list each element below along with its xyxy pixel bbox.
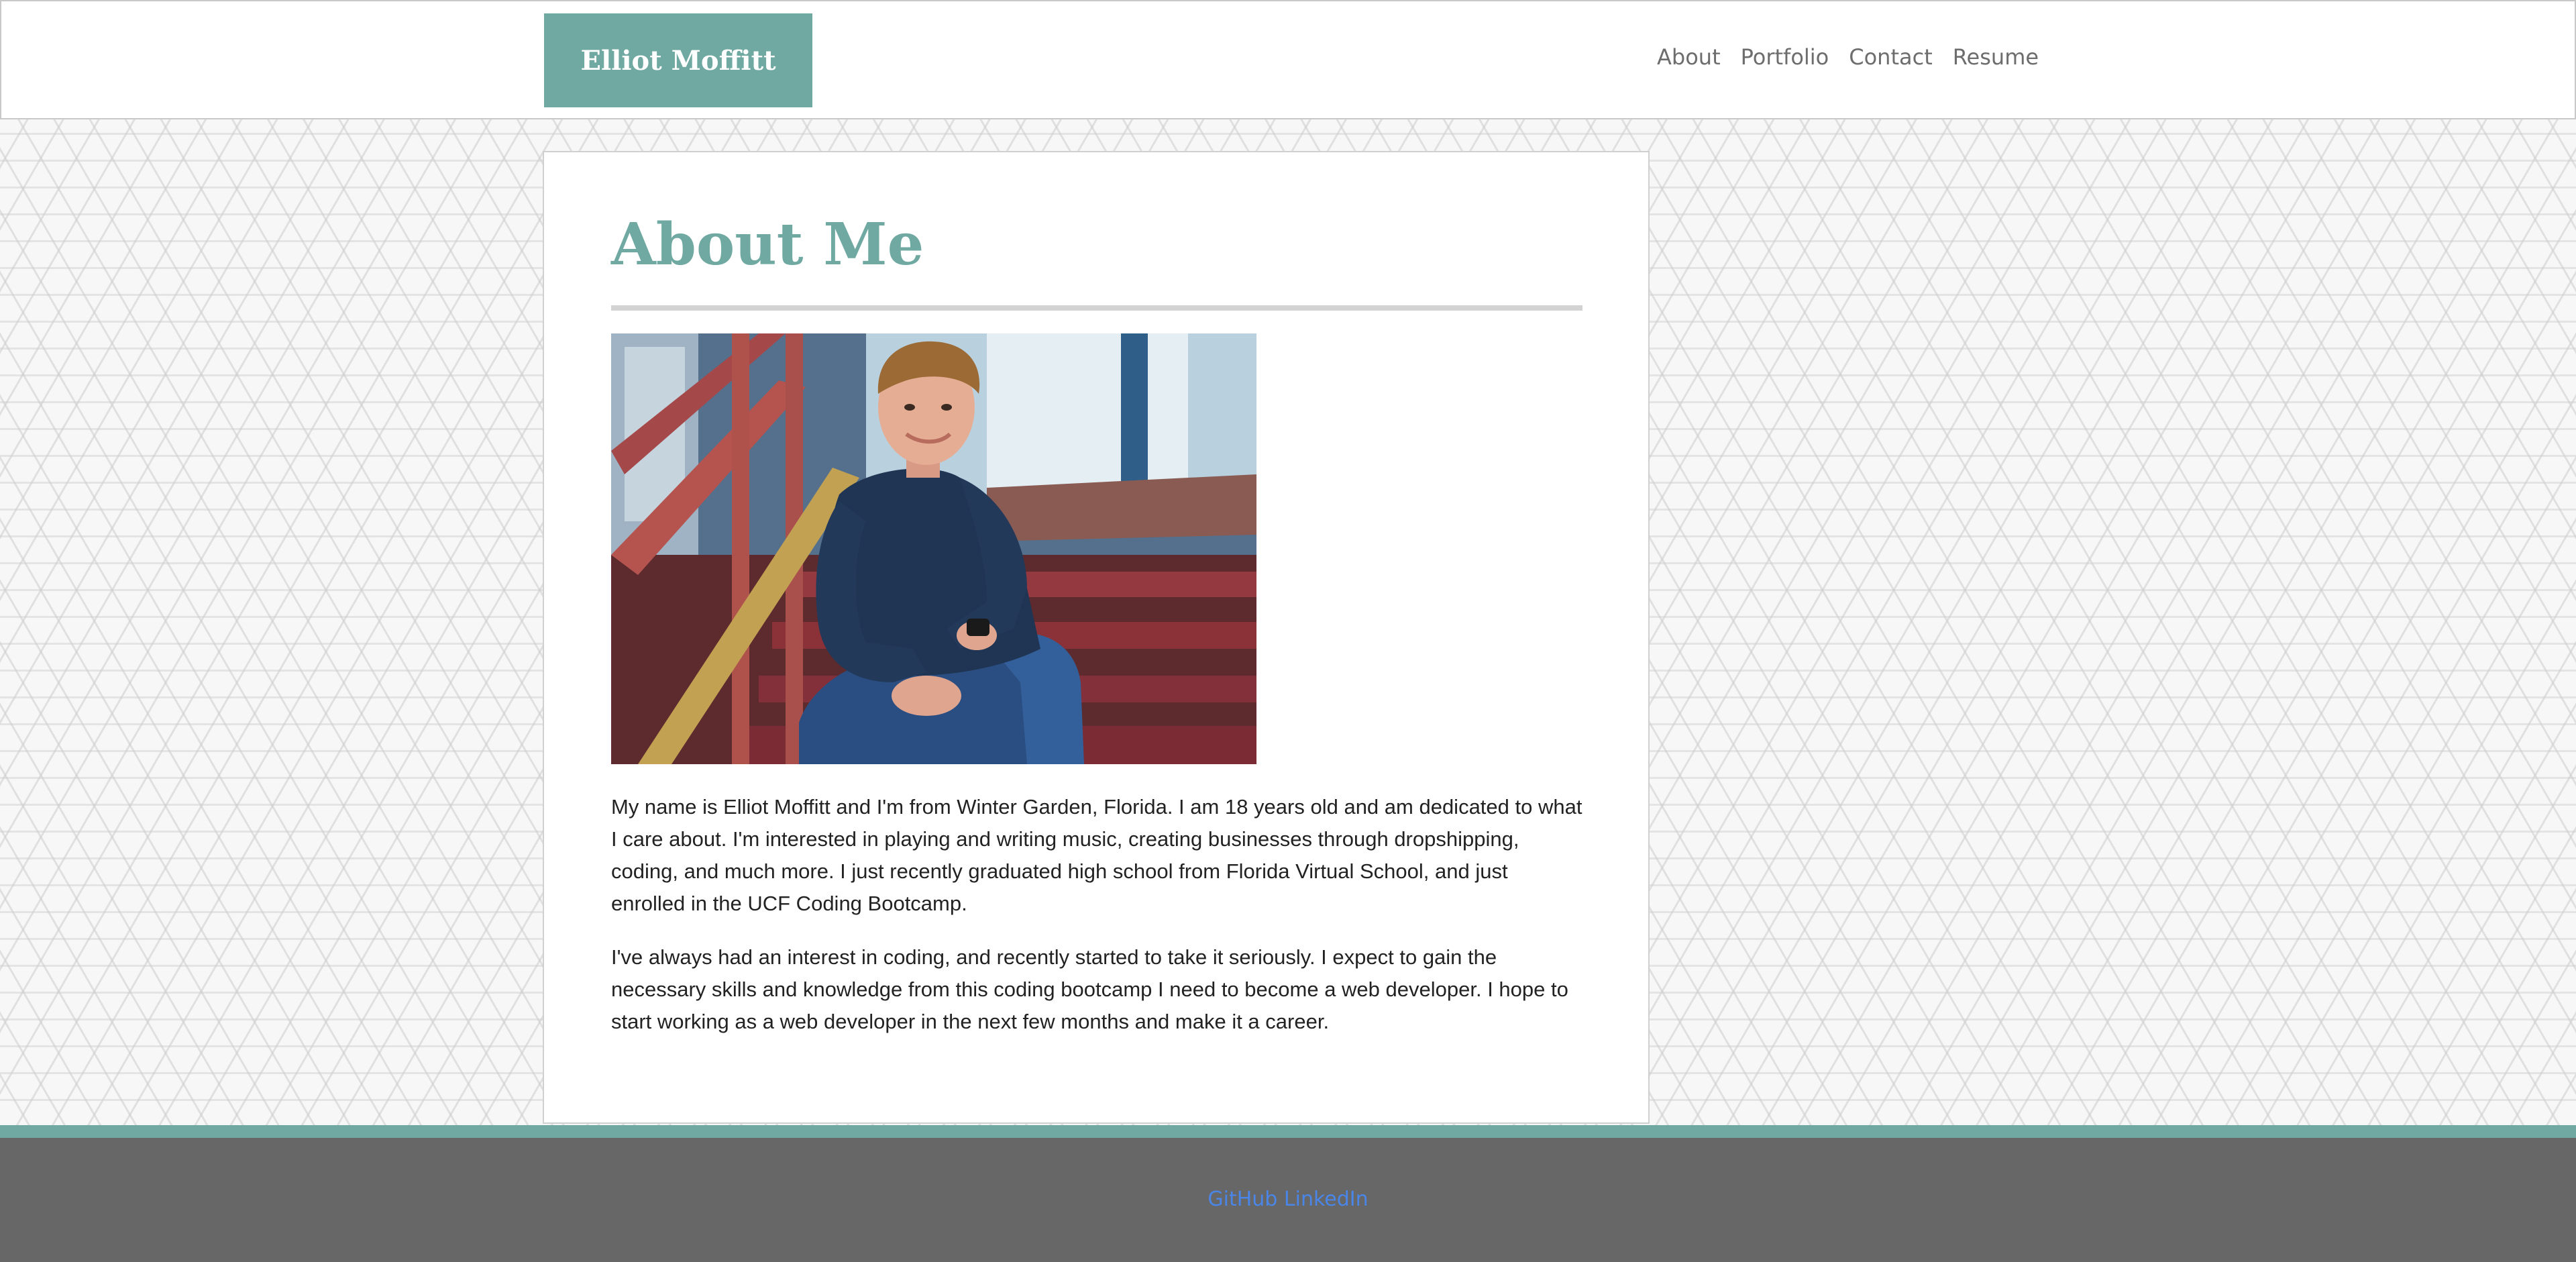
site-footer: GitHub LinkedIn	[0, 1138, 2576, 1262]
site-header: Elliot Moffitt About Portfolio Contact R…	[0, 0, 2576, 119]
nav-link-about[interactable]: About	[1657, 44, 1721, 70]
footer-links: GitHub LinkedIn	[0, 1188, 2576, 1211]
bio-text: My name is Elliot Moffitt and I'm from W…	[611, 791, 1582, 1059]
page-title: About Me	[611, 211, 924, 278]
profile-photo	[611, 333, 1256, 764]
footer-accent-bar	[0, 1125, 2576, 1138]
brand-logo[interactable]: Elliot Moffitt	[544, 13, 812, 107]
main-nav: About Portfolio Contact Resume	[1657, 44, 2039, 70]
nav-link-resume[interactable]: Resume	[1953, 44, 2039, 70]
bio-paragraph-2: I've always had an interest in coding, a…	[611, 945, 1568, 1033]
github-link[interactable]: GitHub	[1208, 1188, 1277, 1211]
linkedin-link[interactable]: LinkedIn	[1284, 1188, 1368, 1211]
title-divider	[611, 305, 1582, 311]
bio-paragraph-1: My name is Elliot Moffitt and I'm from W…	[611, 795, 1582, 915]
nav-link-contact[interactable]: Contact	[1849, 44, 1933, 70]
about-card: About Me My name is Elliot Moffitt and I…	[543, 151, 1650, 1124]
nav-link-portfolio[interactable]: Portfolio	[1741, 44, 1829, 70]
